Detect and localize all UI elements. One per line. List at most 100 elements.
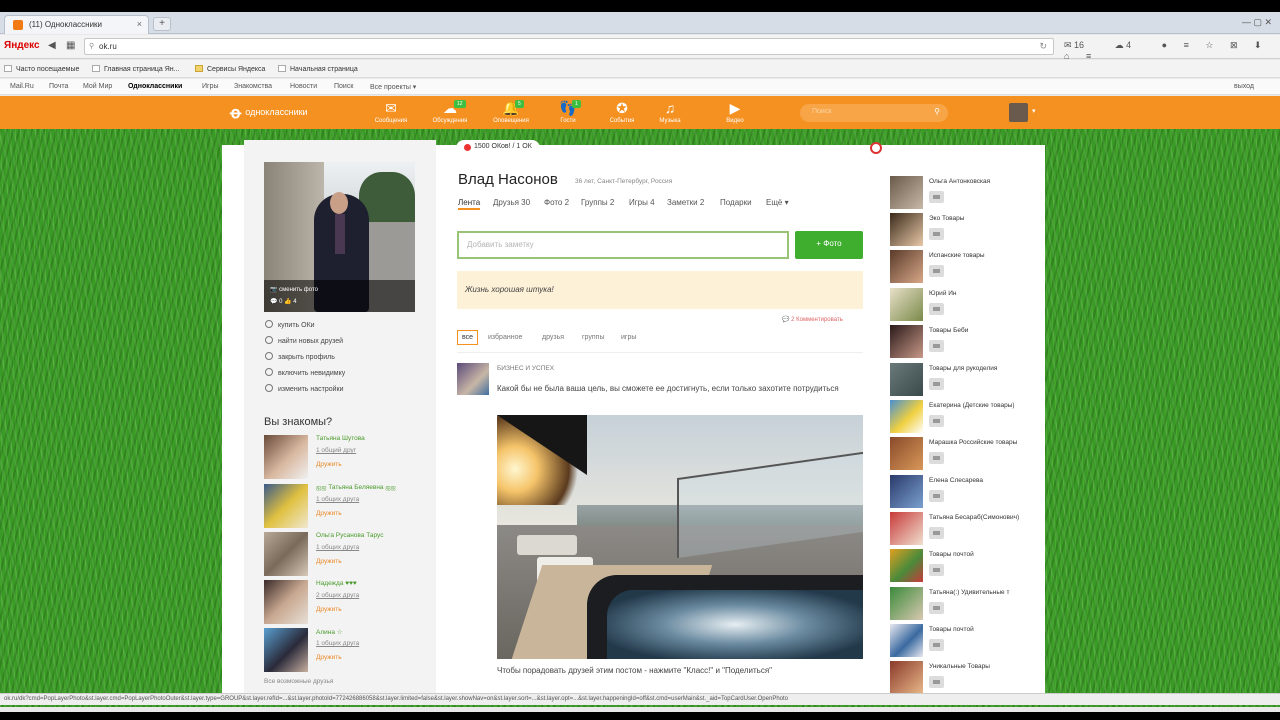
mutual-friends[interactable]: 1 общий друг — [316, 447, 356, 454]
group-avatar[interactable] — [890, 400, 923, 433]
group-item[interactable]: Ольга Антонковская — [890, 171, 1046, 209]
join-icon[interactable] — [929, 676, 944, 688]
group-avatar[interactable] — [890, 587, 923, 620]
add-friend-link[interactable]: Дружить — [316, 510, 342, 517]
group-name[interactable]: Марашка Российские товары — [929, 439, 1017, 446]
join-icon[interactable] — [929, 340, 944, 352]
adblock-icon[interactable]: ● — [1162, 40, 1167, 50]
mutual-friends[interactable]: 1 общих друга — [316, 544, 359, 551]
friend-name[interactable]: Надежда ♥♥♥ — [316, 580, 357, 587]
back-arrow-icon[interactable]: ◀ — [48, 40, 56, 51]
group-name[interactable]: Товары почтой — [929, 626, 974, 633]
filter-groups[interactable]: группы — [582, 334, 604, 341]
group-avatar[interactable] — [890, 363, 923, 396]
tab-notes[interactable]: Заметки 2 — [667, 198, 704, 207]
group-item[interactable]: Эко Товары — [890, 208, 1046, 246]
group-item[interactable]: Товары почтой — [890, 619, 1046, 657]
join-icon[interactable] — [929, 564, 944, 576]
change-photo-link[interactable]: 📷 сменить фото — [270, 284, 415, 296]
menu-item-find-friends[interactable]: найти новых друзей — [265, 336, 345, 352]
join-icon[interactable] — [929, 452, 944, 464]
group-item[interactable]: Товары почтой — [890, 544, 1046, 582]
join-icon[interactable] — [929, 639, 944, 651]
group-avatar[interactable] — [890, 176, 923, 209]
friend-name[interactable]: ஐஐ Татьяна Беляевна ஐஐ — [316, 484, 396, 492]
group-name[interactable]: Татьяна(:) Удивительные т — [929, 589, 1009, 596]
friend-avatar[interactable] — [264, 435, 308, 479]
tab-games[interactable]: Игры 4 — [629, 198, 655, 207]
join-icon[interactable] — [929, 415, 944, 427]
window-controls[interactable]: — ▢ ✕ — [1242, 17, 1272, 28]
user-avatar[interactable] — [1009, 103, 1028, 122]
menu-item-invisible[interactable]: включить невидимку — [265, 368, 345, 384]
group-name[interactable]: Екатерина (Детские товары) — [929, 402, 1015, 409]
group-avatar[interactable] — [457, 363, 489, 395]
chevron-down-icon[interactable]: ▾ — [1032, 107, 1036, 115]
tab-photos[interactable]: Фото 2 — [544, 198, 569, 207]
menu-icon[interactable]: ≡ — [1184, 40, 1189, 50]
group-item[interactable]: Товары Беби — [890, 320, 1046, 358]
menu-item-buy-ok[interactable]: купить ОКи — [265, 320, 345, 336]
search-input[interactable]: Поиск ⚲ — [800, 104, 948, 122]
weather-icon[interactable]: ☁ 4 — [1115, 40, 1146, 50]
join-icon[interactable] — [929, 265, 944, 277]
group-item[interactable]: Екатерина (Детские товары) — [890, 395, 1046, 433]
bookmark-item[interactable]: Сервисы Яндекса — [195, 65, 265, 73]
bookmark-item[interactable]: Начальная страница — [278, 65, 358, 73]
group-name[interactable]: Эко Товары — [929, 215, 964, 222]
add-friend-link[interactable]: Дружить — [316, 558, 342, 565]
mailbar-link[interactable]: Мой Мир — [83, 83, 112, 90]
group-avatar[interactable] — [890, 661, 923, 694]
add-friend-link[interactable]: Дружить — [316, 654, 342, 661]
post-group-name[interactable]: БИЗНЕС И УСПЕХ — [497, 365, 554, 372]
group-item[interactable]: Татьяна(:) Удивительные т — [890, 582, 1046, 620]
tab-groups[interactable]: Группы 2 — [581, 198, 614, 207]
group-name[interactable]: Уникальные Товары — [929, 663, 990, 670]
group-avatar[interactable] — [890, 288, 923, 321]
mailbar-link[interactable]: Новости — [290, 83, 317, 90]
friend-name[interactable]: Алина ☆ — [316, 628, 343, 636]
group-item[interactable]: Марашка Российские товары — [890, 432, 1046, 470]
globe-icon[interactable] — [870, 142, 882, 154]
mutual-friends[interactable]: 1 общих друга — [316, 640, 359, 647]
group-avatar[interactable] — [890, 213, 923, 246]
promo-badge[interactable]: 1500 ОКов! / 1 ОК — [456, 140, 540, 156]
filter-all[interactable]: все — [457, 330, 479, 345]
reload-icon[interactable]: ↻ — [1039, 41, 1047, 52]
nav-music[interactable]: ♫ Музыка — [650, 100, 690, 124]
comment-link[interactable]: 💬 2 Комментировать — [782, 316, 843, 323]
friend-avatar[interactable] — [264, 580, 308, 624]
status-box[interactable]: Жизнь хорошая штука! — [457, 271, 863, 309]
lock-icon[interactable]: ⊠ — [1230, 40, 1238, 50]
friend-avatar[interactable] — [264, 532, 308, 576]
mailbar-link[interactable]: Знакомства — [234, 83, 272, 90]
mutual-friends[interactable]: 2 общих друга — [316, 592, 359, 599]
friend-avatar[interactable] — [264, 628, 308, 672]
mail-icon[interactable]: ✉ 16 — [1064, 40, 1098, 50]
group-name[interactable]: Товары Беби — [929, 327, 968, 334]
add-friend-link[interactable]: Дружить — [316, 461, 342, 468]
tab-friends[interactable]: Друзья 30 — [493, 198, 530, 207]
group-avatar[interactable] — [890, 549, 923, 582]
join-icon[interactable] — [929, 228, 944, 240]
tab-feed[interactable]: Лента — [458, 198, 481, 210]
mailbar-link-active[interactable]: Одноклассники — [128, 83, 182, 90]
group-item[interactable]: Уникальные Товары — [890, 656, 1046, 694]
nav-discussions[interactable]: ☁ 12 Обсуждения — [430, 100, 470, 124]
group-avatar[interactable] — [890, 250, 923, 283]
mutual-friends[interactable]: 1 общих друга — [316, 496, 359, 503]
group-item[interactable]: Юрий Ин — [890, 283, 1046, 321]
group-item[interactable]: Елена Слесарева — [890, 470, 1046, 508]
group-name[interactable]: Товары почтой — [929, 551, 974, 558]
url-field[interactable]: ⚲ ok.ru ↻ — [84, 38, 1054, 55]
nav-notifications[interactable]: 🔔 5 Оповещения — [491, 100, 531, 124]
download-icon[interactable]: ⬇ — [1254, 40, 1262, 50]
mailbar-link[interactable]: Все проекты ▾ — [370, 83, 416, 91]
mailbar-link[interactable]: Игры — [202, 83, 219, 90]
filter-games[interactable]: игры — [621, 334, 636, 341]
mailbar-link[interactable]: Почта — [49, 83, 68, 90]
join-icon[interactable] — [929, 191, 944, 203]
group-name[interactable]: Юрий Ин — [929, 290, 957, 297]
new-tab-button[interactable]: + — [153, 17, 171, 31]
nav-events[interactable]: ✪ События — [602, 100, 642, 124]
